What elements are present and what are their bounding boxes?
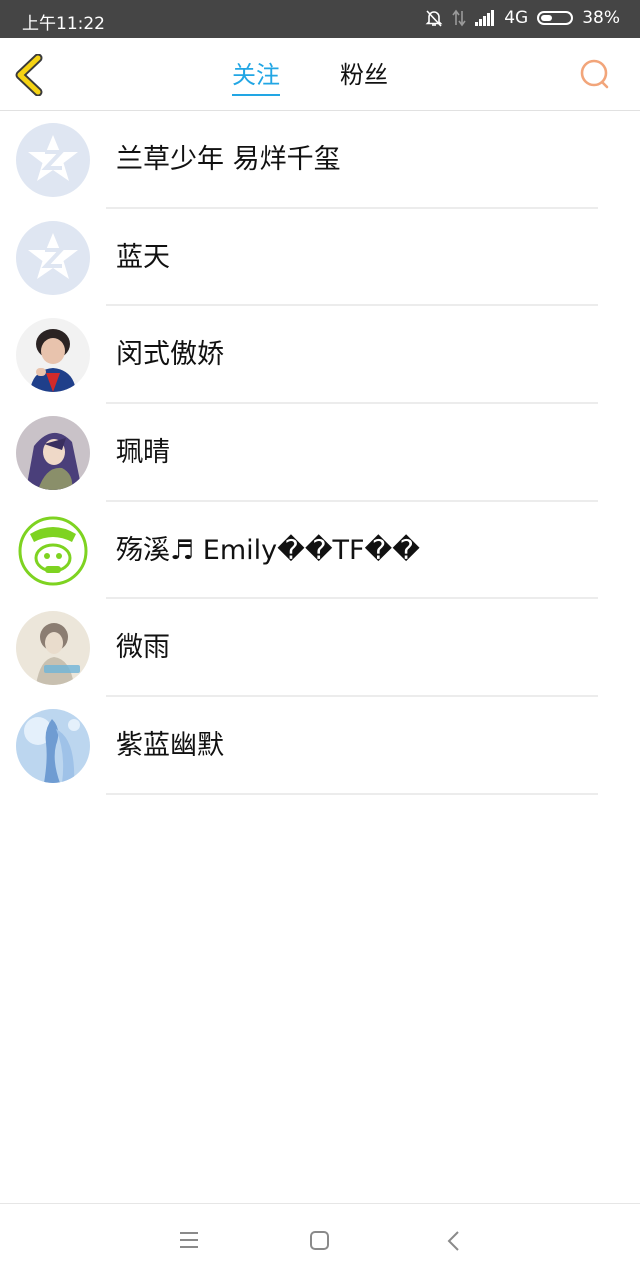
battery-percent: 38%	[582, 8, 620, 28]
user-name: 蓝天	[116, 241, 170, 273]
list-item[interactable]: 紫蓝幽默	[0, 697, 640, 795]
user-name: 殇溪♬ Emily��TF��	[116, 534, 420, 566]
system-back-button[interactable]	[446, 1230, 462, 1256]
menu-button[interactable]	[178, 1230, 200, 1254]
search-icon	[580, 59, 609, 89]
photo-avatar-anime	[16, 416, 90, 491]
data-transfer-icon	[452, 9, 466, 27]
user-name: 紫蓝幽默	[116, 730, 224, 762]
list-item[interactable]: 兰草少年 易烊千玺	[0, 111, 640, 209]
avatar	[16, 123, 90, 197]
back-button[interactable]	[12, 53, 52, 97]
list-item[interactable]: 蓝天	[0, 209, 640, 307]
home-square-icon	[310, 1231, 329, 1250]
mute-bell-icon	[425, 9, 443, 27]
status-time: 上午11:22	[22, 14, 105, 34]
system-nav-bar	[0, 1203, 640, 1281]
list-item[interactable]: 殇溪♬ Emily��TF��	[0, 502, 640, 600]
home-button[interactable]	[309, 1230, 331, 1256]
network-type: 4G	[504, 8, 529, 28]
avatar	[16, 513, 90, 588]
tab-fans[interactable]: 粉丝	[340, 60, 388, 90]
status-icons: 4G 38%	[425, 8, 620, 28]
user-name: 兰草少年 易烊千玺	[116, 144, 341, 175]
follow-list: 兰草少年 易烊千玺 蓝天 闵式傲娇 珮晴 殇溪♬ Emily��TF�� 微雨 …	[0, 111, 640, 795]
status-bar: 上午11:22 4G 38%	[0, 0, 640, 38]
avatar	[16, 709, 90, 784]
user-name: 微雨	[116, 632, 170, 664]
divider	[106, 792, 598, 795]
list-item[interactable]: 珮晴	[0, 404, 640, 502]
menu-icon	[180, 1232, 198, 1248]
avatar	[16, 611, 90, 686]
search-button[interactable]	[578, 58, 612, 92]
avatar	[16, 220, 90, 295]
list-item[interactable]: 微雨	[0, 599, 640, 698]
avatar	[16, 318, 90, 393]
user-name: 珮晴	[116, 437, 170, 469]
tab-fans-label: 粉丝	[340, 61, 388, 89]
back-chevron-icon	[447, 1231, 459, 1251]
battery-icon	[537, 11, 574, 25]
tab-follow[interactable]: 关注	[232, 60, 280, 96]
tab-follow-label: 关注	[232, 61, 280, 89]
top-nav-bar: 关注 粉丝	[0, 38, 640, 111]
photo-avatar-girl	[16, 611, 90, 686]
avatar	[16, 416, 90, 491]
photo-avatar-green-cartoon	[16, 513, 90, 588]
user-name: 闵式傲娇	[116, 339, 224, 371]
default-qzone-avatar-icon	[16, 123, 90, 197]
list-item[interactable]: 闵式傲娇	[0, 306, 640, 405]
active-tab-underline	[232, 94, 280, 96]
photo-avatar-blue-art	[16, 709, 90, 784]
chevron-left-icon	[15, 53, 43, 97]
signal-icon	[475, 10, 495, 26]
default-qzone-avatar-icon	[16, 220, 90, 295]
photo-avatar-singer	[16, 318, 90, 393]
